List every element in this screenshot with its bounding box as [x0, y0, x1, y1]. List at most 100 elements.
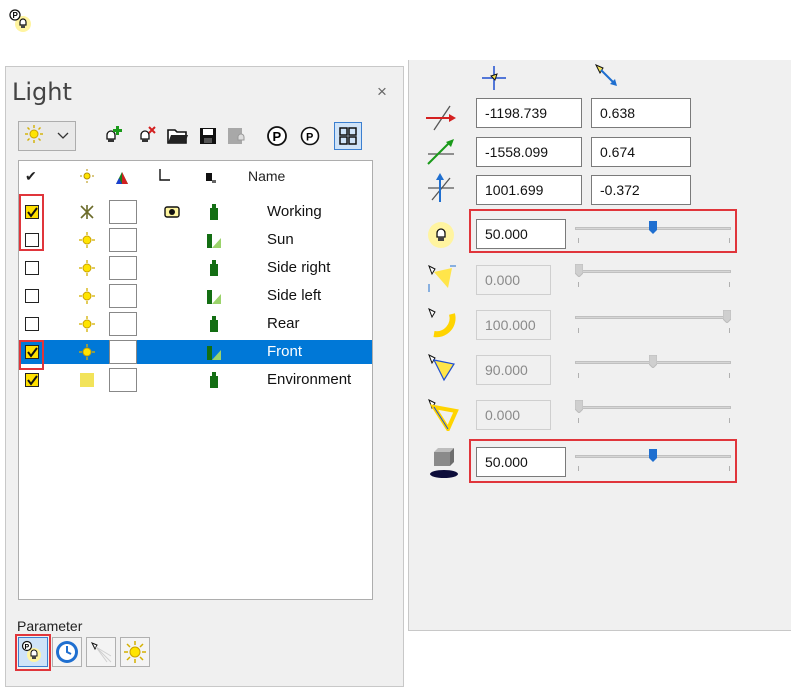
header-axis-icon — [157, 168, 171, 185]
shadow-highlight — [469, 439, 737, 483]
sun-icon — [79, 260, 95, 281]
row-checkbox[interactable] — [25, 317, 39, 331]
parameter-light-icon: P — [8, 8, 34, 34]
checkbox-highlight — [19, 194, 44, 251]
color-swatch[interactable] — [109, 200, 137, 224]
z-direction-field[interactable]: -0.372 — [591, 175, 691, 205]
param5-field[interactable]: 0.000 — [476, 400, 551, 430]
svg-text:P: P — [306, 132, 313, 144]
x-position-field[interactable]: -1198.739 — [476, 98, 582, 128]
row-name: Environment — [267, 371, 352, 388]
header-check: ✔ — [25, 168, 37, 184]
param3-field[interactable]: 100.000 — [476, 310, 551, 340]
sun-icon — [79, 288, 95, 309]
header-sun-icon — [80, 169, 94, 188]
list-item-rear[interactable]: Rear — [19, 312, 372, 336]
parameter-button[interactable]: P — [265, 124, 289, 148]
param5-slider-thumb[interactable] — [574, 399, 584, 414]
row-name: Working — [267, 203, 322, 220]
header-shadow-icon — [205, 171, 217, 189]
environment-icon — [79, 372, 95, 393]
position-crosshair-icon — [480, 64, 508, 97]
shadow-partial-icon — [205, 288, 221, 309]
list-item-working[interactable]: Working — [19, 200, 372, 224]
shadow-bottle-icon — [209, 372, 219, 393]
param4-slider-thumb[interactable] — [648, 354, 658, 369]
row-checkbox[interactable] — [25, 261, 39, 275]
list-item-sun[interactable]: Sun — [19, 228, 372, 252]
y-position-field[interactable]: -1558.099 — [476, 137, 582, 167]
header-name: Name — [248, 168, 286, 184]
parameter-tab-sun[interactable] — [120, 637, 150, 667]
color-swatch[interactable] — [109, 284, 137, 308]
shadow-cube-icon — [426, 446, 460, 485]
color-swatch[interactable] — [109, 368, 137, 392]
grid-view-button[interactable] — [334, 122, 362, 150]
sun-icon — [79, 232, 95, 253]
delete-light-button[interactable] — [134, 124, 158, 148]
open-folder-button[interactable] — [166, 124, 190, 148]
list-item-front[interactable]: Front — [19, 340, 372, 364]
close-button[interactable]: × — [377, 82, 387, 102]
row-name: Rear — [267, 315, 300, 332]
z-position-field[interactable]: 1001.699 — [476, 175, 582, 205]
list-item-side-left[interactable]: Side left — [19, 284, 372, 308]
param2-slider-thumb[interactable] — [574, 263, 584, 278]
param4-field[interactable]: 90.000 — [476, 355, 551, 385]
svg-text:P: P — [273, 129, 282, 144]
intensity-highlight — [469, 209, 737, 253]
row-checkbox[interactable] — [25, 373, 39, 387]
direction-arrow-icon — [593, 62, 621, 95]
camera-icon — [164, 203, 180, 224]
param2-slider[interactable] — [575, 270, 731, 273]
add-light-button[interactable] — [100, 124, 124, 148]
color-swatch[interactable] — [109, 340, 137, 364]
param3-slider-thumb[interactable] — [722, 309, 732, 324]
intensity-bulb-icon — [426, 220, 456, 255]
param3-slider[interactable] — [575, 316, 731, 319]
list-item-side-right[interactable]: Side right — [19, 256, 372, 280]
row-name: Front — [267, 343, 303, 360]
x-axis-icon — [424, 104, 458, 137]
x-direction-field[interactable]: 0.638 — [591, 98, 691, 128]
row-name: Sun — [267, 231, 294, 248]
list-item-environment[interactable]: Environment — [19, 368, 372, 392]
spot-spread-icon — [426, 397, 460, 436]
parameter-highlight — [15, 634, 51, 671]
panel-title: Light — [12, 78, 72, 106]
shadow-partial-icon — [205, 344, 221, 365]
sun-icon — [25, 124, 43, 148]
row-checkbox[interactable] — [25, 289, 39, 303]
spot-light-icon — [79, 204, 95, 225]
spot-cone-icon — [426, 352, 458, 389]
row-name: Side left — [267, 287, 322, 304]
checkbox-highlight — [19, 340, 44, 370]
header-color-icon — [116, 171, 128, 189]
y-direction-field[interactable]: 0.674 — [591, 137, 691, 167]
parameter-label: Parameter — [17, 618, 83, 634]
color-swatch[interactable] — [109, 228, 137, 252]
row-name: Side right — [267, 259, 331, 276]
z-axis-icon — [424, 172, 458, 207]
color-swatch[interactable] — [109, 312, 137, 336]
svg-text:P: P — [13, 11, 19, 20]
sun-icon — [79, 316, 95, 337]
disabled-light-button — [226, 124, 250, 148]
shadow-bottle-icon — [209, 316, 219, 337]
light-type-dropdown[interactable] — [18, 121, 76, 151]
param2-field[interactable]: 0.000 — [476, 265, 551, 295]
y-axis-icon — [424, 138, 458, 171]
parameter-tab-spot[interactable] — [86, 637, 116, 667]
param5-slider[interactable] — [575, 406, 731, 409]
chevron-down-icon — [57, 129, 69, 143]
spot-angle-icon — [426, 306, 458, 343]
shadow-partial-icon — [205, 232, 221, 253]
parameter-tab-clock[interactable] — [52, 637, 82, 667]
parameter-p-icon[interactable]: P — [298, 124, 322, 148]
save-button[interactable] — [196, 124, 220, 148]
shadow-bottle-icon — [209, 260, 219, 281]
shadow-bottle-icon — [209, 204, 219, 225]
color-swatch[interactable] — [109, 256, 137, 280]
spot-falloff-icon — [426, 264, 458, 299]
sun-icon — [79, 344, 95, 365]
